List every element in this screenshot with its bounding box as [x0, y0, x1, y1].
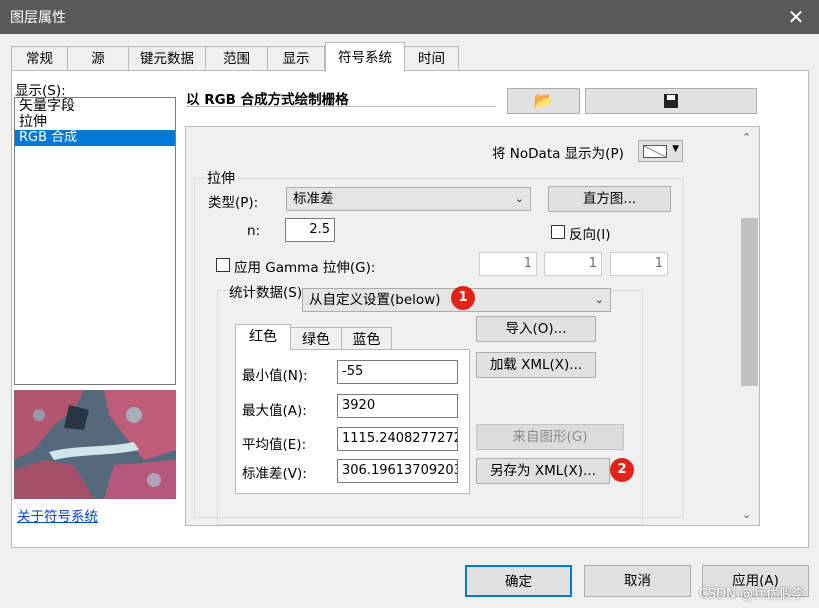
from-graphic-button[interactable]: 来自图形(G) [476, 424, 624, 450]
tab-source[interactable]: 源 [67, 46, 129, 71]
tab-green[interactable]: 绿色 [290, 327, 342, 351]
title-bar: 图层属性 ✕ [0, 0, 819, 34]
list-item-vector-field[interactable]: 矢量字段 [15, 98, 175, 114]
mean-input[interactable]: 1115.2408277272 [337, 427, 458, 451]
open-button[interactable]: 📂 [507, 88, 580, 114]
n-label: n: [247, 223, 261, 239]
max-label: 最大值(A): [242, 403, 307, 419]
save-disk-icon [664, 94, 678, 108]
annotation-badge-2: 2 [610, 458, 634, 482]
gamma-blue-input[interactable]: 1 [610, 252, 668, 276]
type-label: 类型(P): [208, 195, 259, 211]
about-symbology-link[interactable]: 关于符号系统 [17, 505, 98, 525]
invert-checkbox[interactable] [551, 225, 565, 239]
scroll-up-icon[interactable]: ⌃ [742, 131, 751, 144]
stretch-type-select[interactable]: 标准差 ⌄ [286, 187, 531, 211]
tab-time[interactable]: 时间 [404, 46, 459, 71]
tab-extent[interactable]: 范围 [205, 46, 268, 71]
chevron-down-icon: ⌄ [594, 293, 604, 306]
min-label: 最小值(N): [242, 368, 308, 384]
max-input[interactable]: 3920 [337, 394, 458, 418]
stretch-type-value: 标准差 [293, 191, 334, 207]
cancel-button[interactable]: 取消 [584, 565, 691, 597]
tab-blue[interactable]: 蓝色 [341, 327, 392, 351]
ok-button[interactable]: 确定 [465, 565, 572, 597]
list-item-rgb-composite[interactable]: RGB 合成 [15, 130, 175, 146]
nodata-color-picker[interactable]: ▼ [638, 140, 683, 162]
scrollbar-thumb[interactable] [741, 218, 758, 386]
gamma-red-input[interactable]: 1 [479, 252, 537, 276]
stretch-group-label: 拉伸 [205, 168, 237, 188]
nodata-label: 将 NoData 显示为(P) [492, 146, 624, 162]
color-swatch [643, 145, 667, 158]
close-icon[interactable]: ✕ [783, 4, 809, 30]
chevron-down-icon: ▼ [672, 144, 679, 154]
tab-general[interactable]: 常规 [11, 46, 68, 71]
watermark-text: CSDN @兵优假李 [698, 587, 805, 602]
folder-open-icon: 📂 [533, 91, 554, 110]
symbology-preview-image [14, 390, 176, 499]
n-input[interactable]: 2.5 [285, 218, 335, 242]
statistics-source-value: 从自定义设置(below) [309, 292, 441, 308]
mean-label: 平均值(E): [242, 437, 307, 453]
window-title: 图层属性 [10, 10, 66, 26]
title-divider [186, 106, 496, 107]
std-input[interactable]: 306.19613709203C [337, 459, 458, 483]
save-as-xml-button[interactable]: 另存为 XML(X)... [476, 458, 610, 484]
std-label: 标准差(V): [242, 466, 307, 482]
statistics-label: 统计数据(S) [227, 281, 305, 301]
renderer-list[interactable]: 矢量字段 拉伸 RGB 合成 [14, 97, 176, 385]
load-xml-button[interactable]: 加载 XML(X)... [476, 352, 596, 378]
annotation-badge-1: 1 [451, 286, 475, 310]
tab-display[interactable]: 显示 [267, 46, 325, 71]
import-button[interactable]: 导入(O)... [476, 316, 596, 342]
save-button[interactable] [585, 88, 757, 114]
tab-red[interactable]: 红色 [235, 324, 291, 350]
invert-label: 反向(I) [569, 227, 611, 243]
list-item-stretch[interactable]: 拉伸 [15, 114, 175, 130]
chevron-down-icon: ⌄ [514, 192, 524, 205]
renderer-title: 以 RGB 合成方式绘制栅格 [186, 92, 349, 108]
gamma-green-input[interactable]: 1 [544, 252, 602, 276]
tab-symbology[interactable]: 符号系统 [325, 42, 405, 72]
gamma-checkbox[interactable] [216, 258, 230, 272]
show-label: 显示(S): [15, 83, 66, 99]
tab-key-metadata[interactable]: 键元数据 [128, 46, 206, 71]
min-input[interactable]: -55 [337, 360, 458, 384]
gamma-label: 应用 Gamma 拉伸(G): [234, 260, 376, 276]
histogram-button[interactable]: 直方图... [548, 186, 671, 212]
scroll-down-icon[interactable]: ⌄ [742, 508, 751, 521]
